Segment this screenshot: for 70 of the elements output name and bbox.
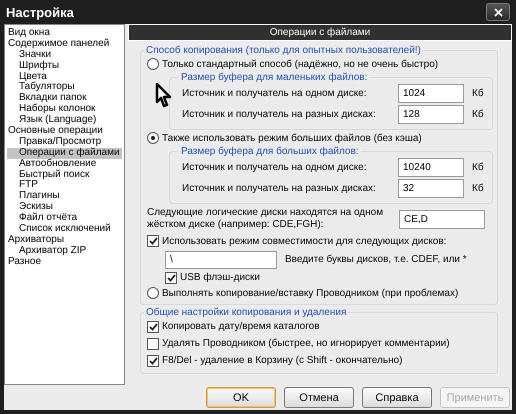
checkbox-label: F8/Del - удаление в Корзину (с Shift - окончательно) xyxy=(162,355,402,366)
group-title: Размер буфера для маленьких файлов: xyxy=(180,72,368,83)
dialog-button[interactable]: OK xyxy=(206,387,276,408)
dialog-button[interactable]: Справка xyxy=(362,387,432,408)
tree-item[interactable]: Шрифты xyxy=(7,60,122,72)
tree-item[interactable]: FTP xyxy=(7,180,122,192)
tree-item[interactable]: Цвета xyxy=(7,72,122,82)
unit-label: Кб xyxy=(471,109,485,120)
tree-item[interactable]: Архиватор ZIP xyxy=(7,246,122,257)
tree-item[interactable]: Язык (Language) xyxy=(7,115,122,126)
field-hint: Введите буквы дисков, т.е. CDEF, или * xyxy=(285,254,467,265)
input-field[interactable]: 32 xyxy=(398,179,464,198)
radio-button[interactable] xyxy=(147,132,159,144)
checkbox[interactable] xyxy=(165,272,177,284)
input-field[interactable]: 10240 xyxy=(398,158,464,177)
tree-item[interactable]: Основные операции xyxy=(7,126,122,137)
tree-item[interactable]: Эскизы xyxy=(7,202,122,214)
tree-item[interactable]: Вид окна xyxy=(7,28,122,39)
tree-item[interactable]: Плагины xyxy=(7,191,122,202)
input-field[interactable]: CE,D xyxy=(399,210,485,228)
group-title: Размер буфера для больших файлов: xyxy=(180,146,360,157)
input-field[interactable]: \ xyxy=(165,250,277,268)
dialog-button[interactable]: Отмена xyxy=(284,387,354,408)
radio-label: Только стандартный способ (надёжно, но не очень быстро) xyxy=(162,58,438,70)
checkbox-label: Удалять Проводником (быстрее, но игнорирует комментарии) xyxy=(162,338,450,349)
input-field[interactable]: 128 xyxy=(398,105,464,124)
tree-item[interactable]: Быстрый поиск xyxy=(7,170,122,180)
checkbox-label: Использовать режим совместимости для следующих дисков: xyxy=(162,236,446,246)
field-label: Источник и получатель на одном диске: xyxy=(182,88,368,99)
radio-button[interactable] xyxy=(147,287,159,299)
radio-button[interactable] xyxy=(147,58,159,70)
checkbox-label: USB флэш-диски xyxy=(180,272,260,283)
tree-item[interactable]: Правка/Просмотр xyxy=(7,136,122,148)
close-icon xyxy=(494,8,502,16)
window-title: Настройка xyxy=(5,4,74,20)
radio-label: Также использовать режим больших файлов (без кэша) xyxy=(162,132,422,144)
input-field[interactable]: 1024 xyxy=(398,84,464,103)
tree-item[interactable]: Операции с файлами xyxy=(7,148,122,159)
tree-item[interactable]: Содержимое панелей xyxy=(7,38,122,50)
checkmark-icon xyxy=(148,237,158,245)
field-label: Источник и получатель на разных дисках: xyxy=(182,183,377,194)
panel-header: Операции с файлами xyxy=(128,24,512,41)
field-label: Следующие логические диски находятся на одном жёстком диске (например: CDE,FGH): xyxy=(147,207,384,231)
checkmark-icon xyxy=(166,274,176,282)
checkbox-label: Копировать дату/время каталогов xyxy=(162,321,320,332)
tree-item[interactable]: Наборы колонок xyxy=(7,104,122,116)
tree-item[interactable]: Значки xyxy=(7,50,122,61)
mouse-pointer-icon xyxy=(155,83,173,108)
tree-item[interactable]: Разное xyxy=(7,256,122,268)
checkbox[interactable] xyxy=(147,338,159,350)
tree-item[interactable]: Вкладки папок xyxy=(7,93,122,104)
radio-label: Выполнять копирование/вставку Проводником (при проблемах) xyxy=(162,288,458,298)
close-button[interactable] xyxy=(486,3,510,21)
tree-item[interactable]: Автообновление xyxy=(7,158,122,170)
checkmark-icon xyxy=(148,322,158,330)
field-label: Источник и получатель на одном диске: xyxy=(182,162,368,173)
checkbox[interactable] xyxy=(147,354,159,366)
tree-item[interactable]: Список исключений xyxy=(7,224,122,235)
group-title: Способ копирования (только для опытных пользователей!) xyxy=(145,45,422,56)
unit-label: Кб xyxy=(471,183,485,194)
checkmark-icon xyxy=(148,356,158,364)
checkbox[interactable] xyxy=(147,235,159,247)
unit-label: Кб xyxy=(471,162,485,173)
tree-item[interactable]: Файл отчёта xyxy=(7,213,122,224)
checkbox[interactable] xyxy=(147,320,159,332)
unit-label: Кб xyxy=(471,88,485,99)
group-title: Общие настройки копирования и удаления xyxy=(145,307,348,318)
field-label: Источник и получатель на разных дисках: xyxy=(182,109,377,120)
tree-item[interactable]: Табуляторы xyxy=(7,82,122,94)
tree-item[interactable]: Архиваторы xyxy=(7,234,122,246)
